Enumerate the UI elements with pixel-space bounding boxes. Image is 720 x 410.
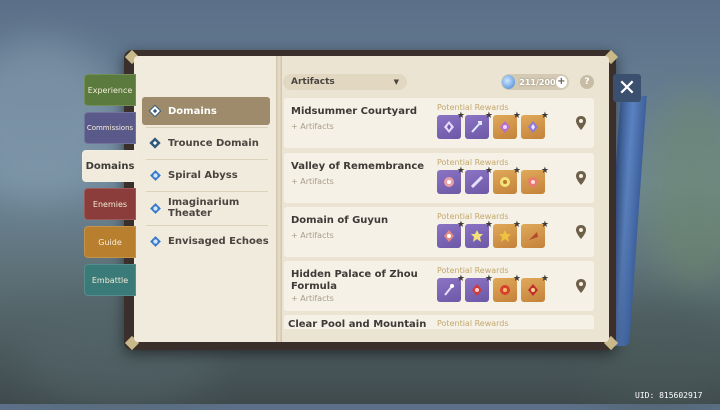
artifact-reward-icon[interactable]: ★: [493, 274, 521, 302]
reward-list: ★ ★ ★ ★: [437, 220, 549, 248]
artifact-reward-icon[interactable]: ★: [521, 166, 549, 194]
artifact-reward-icon[interactable]: ★: [437, 111, 465, 139]
original-resin-counter: 211/200 +: [501, 74, 569, 90]
artifact-reward-icon[interactable]: ★: [437, 274, 465, 302]
tab-enemies[interactable]: Enemies: [84, 188, 136, 220]
reward-list: ★ ★ ★ ★: [437, 111, 549, 139]
location-pin-icon[interactable]: [575, 224, 587, 240]
add-resin-button[interactable]: +: [555, 76, 567, 88]
artifact-reward-icon[interactable]: ★: [437, 220, 465, 248]
player-uid: UID: 815602917: [635, 391, 703, 400]
tab-experience[interactable]: Experience: [84, 74, 136, 106]
tab-guide[interactable]: Guide: [84, 226, 136, 258]
category-envisaged-echoes[interactable]: Envisaged Echoes: [142, 227, 270, 255]
tab-domains[interactable]: Domains: [82, 150, 138, 182]
domain-entry[interactable]: Hidden Palace of Zhou Formula + Artifact…: [284, 261, 594, 311]
resin-icon: [502, 75, 516, 89]
artifact-reward-icon[interactable]: ★: [465, 111, 493, 139]
chevron-down-icon: ▼: [393, 78, 399, 86]
artifact-reward-icon[interactable]: ★: [437, 166, 465, 194]
artifact-reward-icon[interactable]: ★: [465, 166, 493, 194]
artifact-reward-icon[interactable]: ★: [465, 274, 493, 302]
category-spiral-abyss[interactable]: Spiral Abyss: [142, 161, 270, 189]
artifact-reward-icon[interactable]: ★: [493, 166, 521, 194]
reward-list: ★ ★ ★ ★: [437, 274, 549, 302]
envisaged-echoes-icon: [148, 234, 162, 248]
trounce-domain-icon: [148, 136, 162, 150]
artifact-reward-icon[interactable]: ★: [493, 220, 521, 248]
artifact-reward-icon[interactable]: ★: [521, 220, 549, 248]
reward-list: ★ ★ ★ ★: [437, 166, 549, 194]
artifact-reward-icon[interactable]: ★: [465, 220, 493, 248]
domain-entry[interactable]: Midsummer Courtyard + Artifacts Potentia…: [284, 98, 594, 148]
domain-icon: [148, 104, 162, 118]
tab-commissions[interactable]: Commissions: [84, 112, 136, 144]
close-button[interactable]: ✕: [613, 74, 641, 102]
location-pin-icon[interactable]: [575, 170, 587, 186]
book-spine: [276, 56, 282, 342]
category-imaginarium-theater[interactable]: Imaginarium Theater: [142, 194, 270, 222]
domain-entry[interactable]: Domain of Guyun + Artifacts Potential Re…: [284, 207, 594, 257]
artifact-reward-icon[interactable]: ★: [493, 111, 521, 139]
category-domains[interactable]: Domains: [142, 97, 270, 125]
artifact-filter-dropdown[interactable]: Artifacts ▼: [283, 74, 407, 90]
help-icon[interactable]: ?: [580, 75, 594, 89]
location-pin-icon[interactable]: [575, 115, 587, 131]
tab-embattle[interactable]: Embattle: [84, 264, 136, 296]
domain-entry[interactable]: Valley of Remembrance + Artifacts Potent…: [284, 153, 594, 203]
domain-entry[interactable]: Clear Pool and Mountain Potential Reward…: [284, 315, 594, 329]
spiral-abyss-icon: [148, 168, 162, 182]
artifact-reward-icon[interactable]: ★: [521, 111, 549, 139]
category-trounce-domain[interactable]: Trounce Domain: [142, 129, 270, 157]
imaginarium-theater-icon: [148, 201, 162, 215]
close-icon: ✕: [617, 75, 637, 101]
location-pin-icon[interactable]: [575, 278, 587, 294]
artifact-reward-icon[interactable]: ★: [521, 274, 549, 302]
